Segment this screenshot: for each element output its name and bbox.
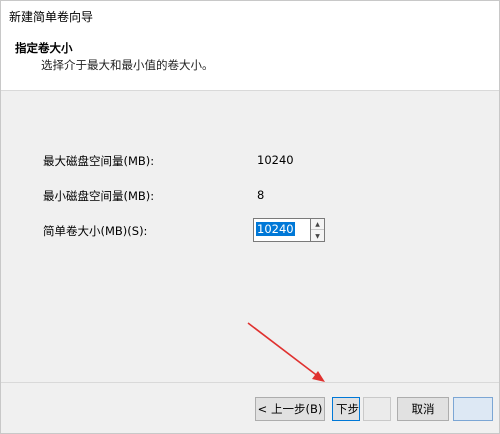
blurred-button-region <box>363 397 391 421</box>
cancel-button[interactable]: 取消 <box>397 397 449 421</box>
blurred-button-region-right <box>453 397 493 421</box>
volume-size-spinner: 10240 ▲ ▼ <box>253 218 325 242</box>
volume-size-text: 10240 <box>256 222 295 236</box>
step-subtitle: 选择介于最大和最小值的卷大小。 <box>41 58 214 72</box>
volume-size-input[interactable]: 10240 <box>253 218 311 242</box>
spinner-up-button[interactable]: ▲ <box>311 219 324 230</box>
min-space-value: 8 <box>257 188 265 202</box>
arrow-down-icon: ▼ <box>315 233 320 240</box>
spinner-buttons: ▲ ▼ <box>311 218 325 242</box>
max-space-value: 10240 <box>257 153 294 167</box>
arrow-up-icon: ▲ <box>315 221 320 228</box>
volume-size-label: 简单卷大小(MB)(S): <box>43 224 148 238</box>
next-button[interactable]: 下步 <box>332 397 360 421</box>
window-title: 新建简单卷向导 <box>9 10 94 24</box>
step-title: 指定卷大小 <box>15 41 73 55</box>
wizard-footer: < 上一步(B) 下步 取消 <box>1 382 499 433</box>
wizard-header: 指定卷大小 选择介于最大和最小值的卷大小。 <box>1 31 499 91</box>
min-space-label: 最小磁盘空间量(MB): <box>43 189 155 203</box>
max-space-label: 最大磁盘空间量(MB): <box>43 154 155 168</box>
wizard-window: 新建简单卷向导 指定卷大小 选择介于最大和最小值的卷大小。 最大磁盘空间量(MB… <box>0 0 500 434</box>
back-button[interactable]: < 上一步(B) <box>255 397 325 421</box>
title-bar: 新建简单卷向导 <box>1 1 499 31</box>
spinner-down-button[interactable]: ▼ <box>311 231 324 242</box>
